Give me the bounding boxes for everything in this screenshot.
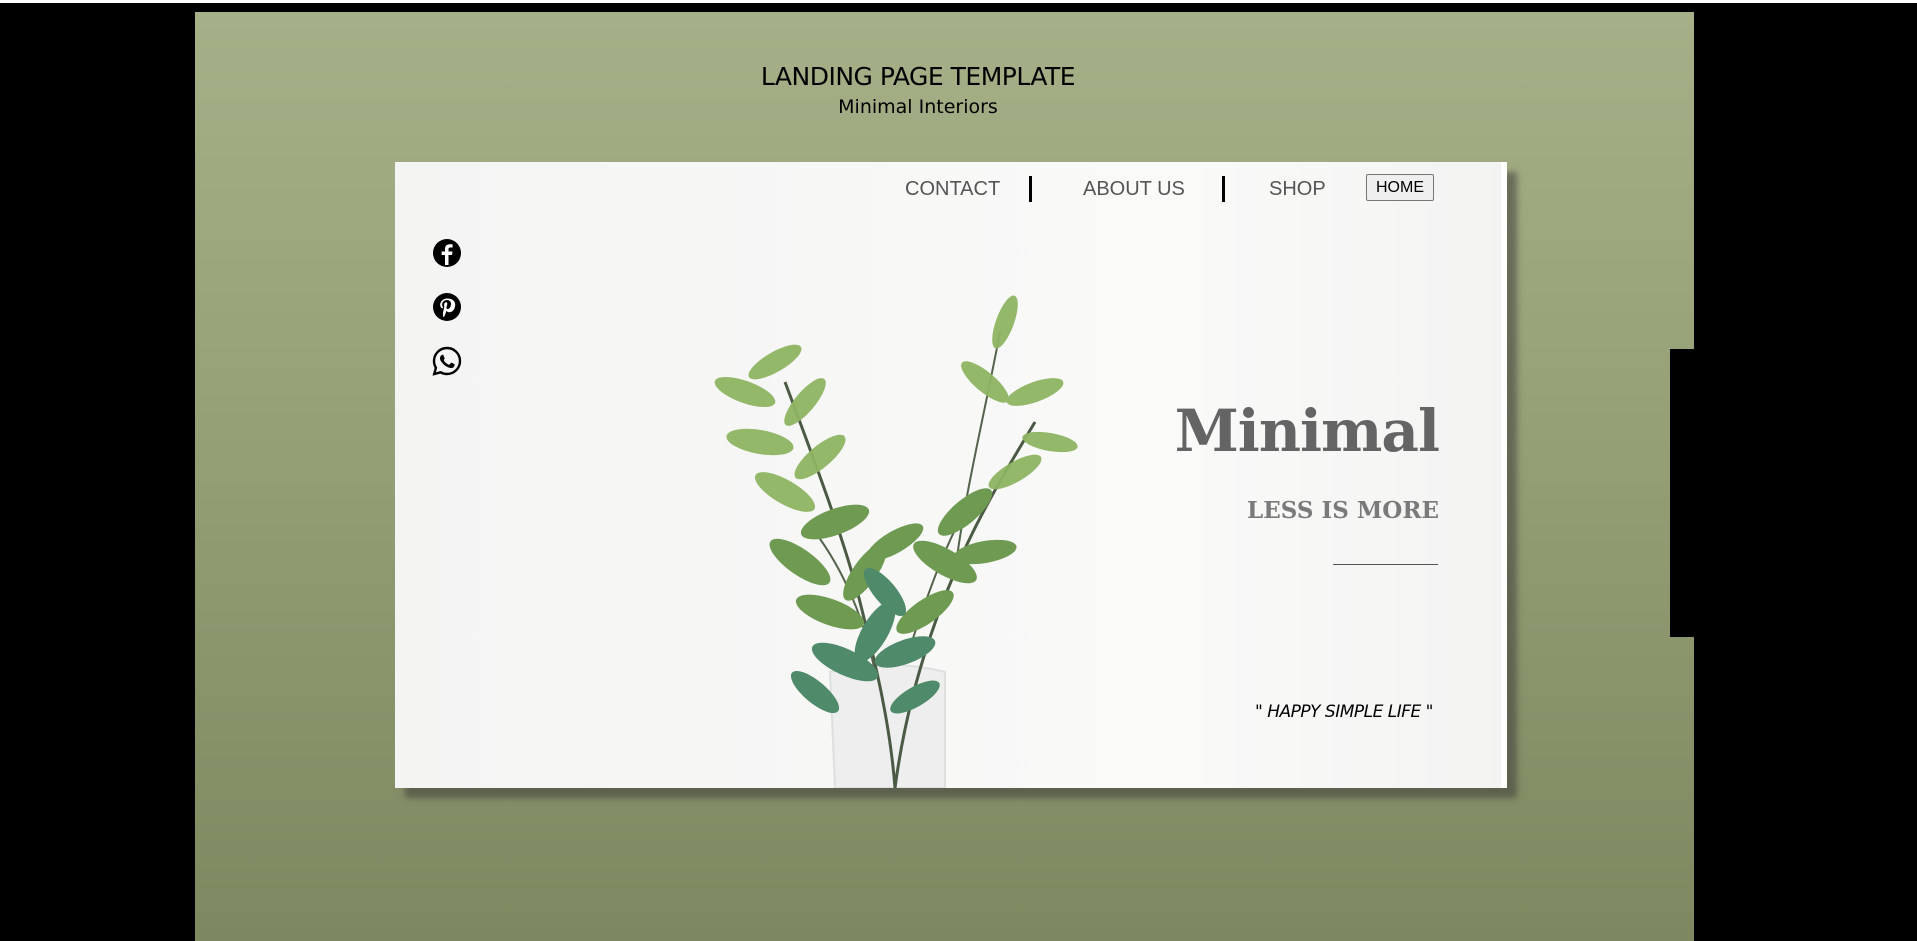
hero-right-border [1501, 162, 1507, 788]
browser-top-strip [0, 0, 1917, 3]
top-nav: CONTACT ABOUT US SHOP [395, 176, 1507, 206]
side-tab[interactable] [1670, 349, 1703, 637]
hero-quote: " HAPPY SIMPLE LIFE " [1255, 702, 1434, 722]
nav-separator [1029, 176, 1032, 202]
home-button[interactable]: HOME [1366, 174, 1434, 201]
nav-contact[interactable]: CONTACT [905, 178, 1000, 201]
hero-title: Minimal [1174, 397, 1440, 465]
pinterest-icon[interactable] [431, 291, 463, 323]
nav-shop[interactable]: SHOP [1269, 178, 1326, 201]
nav-about-us[interactable]: ABOUT US [1083, 178, 1185, 201]
hero-card: CONTACT ABOUT US SHOP HOME Minimal LESS … [395, 162, 1507, 788]
plant-image [714, 295, 1078, 788]
hero-divider [1333, 564, 1438, 565]
page-subtitle: Minimal Interiors [838, 96, 998, 118]
nav-separator [1222, 176, 1225, 202]
page-container: LANDING PAGE TEMPLATE Minimal Interiors [195, 12, 1703, 941]
whatsapp-icon[interactable] [431, 345, 463, 377]
page-title: LANDING PAGE TEMPLATE [760, 62, 1076, 91]
hero-subtitle: LESS IS MORE [1247, 497, 1439, 524]
facebook-icon[interactable] [431, 237, 463, 269]
